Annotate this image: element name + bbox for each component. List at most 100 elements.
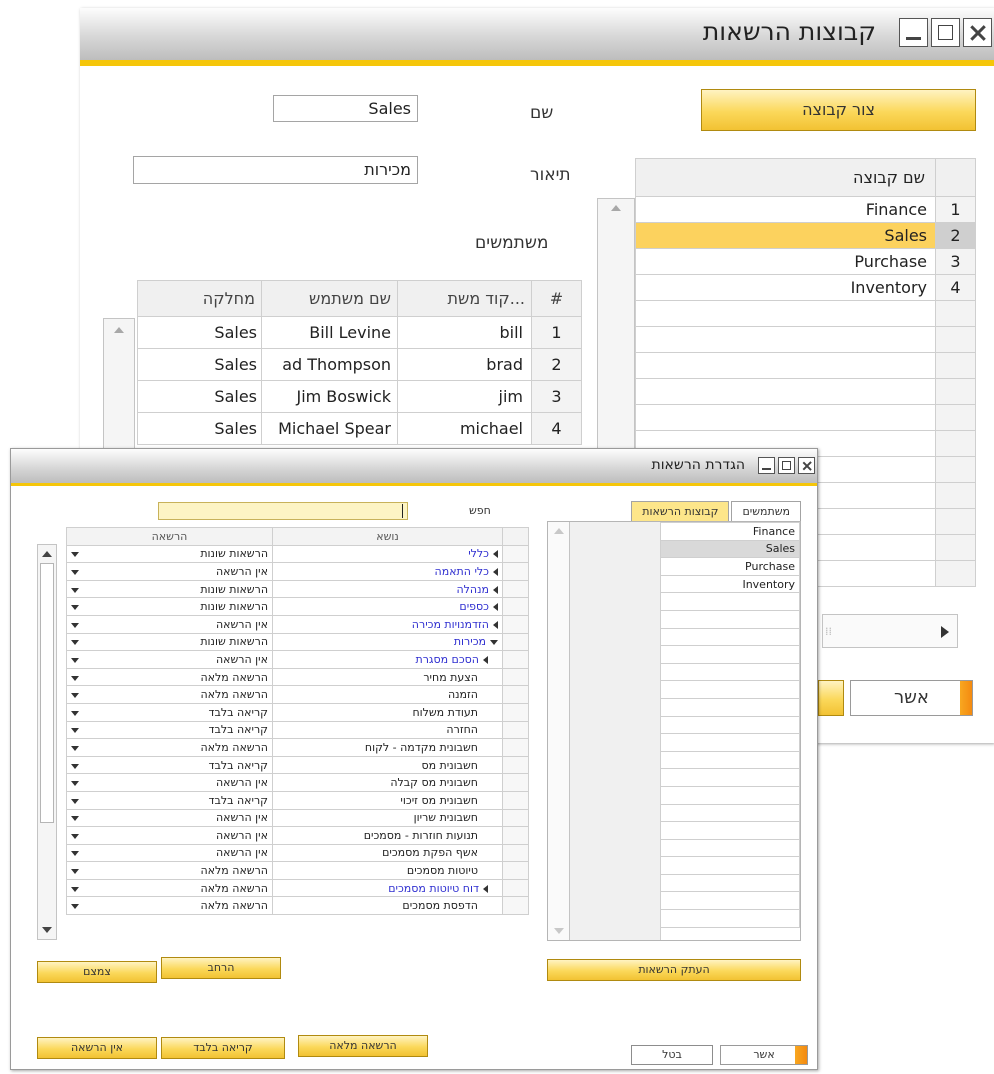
create-group-button[interactable]: צור קבוצה (701, 89, 976, 131)
permission-dropdown[interactable]: הרשאות שונות (66, 632, 273, 652)
chevron-down-icon[interactable] (71, 851, 79, 857)
list-item[interactable]: Finance (660, 522, 800, 541)
ok-button[interactable]: אשר (720, 1045, 808, 1065)
permission-dropdown[interactable]: הרשאה מלאה (66, 685, 273, 704)
table-row[interactable]: אין הרשאה חשבונית שריון (66, 808, 529, 828)
list-item[interactable]: Inventory (660, 574, 800, 594)
table-row[interactable]: קריאה בלבד חשבונית מס (66, 755, 529, 775)
cancel-button[interactable]: בטל (631, 1045, 713, 1065)
tab-users[interactable]: משתמשים (731, 501, 801, 521)
table-row[interactable]: הרשאה מלאה הדפסת מסמכים (66, 896, 529, 916)
table-row[interactable]: Inventory 4 (635, 274, 976, 301)
table-row[interactable]: אין הרשאה אשף הפקת מסמכים (66, 843, 529, 863)
scroll-down-icon[interactable] (42, 927, 52, 933)
ok-button[interactable]: אשר (850, 680, 973, 716)
table-row[interactable]: הרשאה מלאה חשבונית מקדמה - לקוח (66, 738, 529, 757)
chevron-down-icon[interactable] (71, 745, 79, 751)
table-row[interactable]: אין הרשאה הזדמנויות מכירה (66, 614, 529, 634)
table-row[interactable]: Sales Michael Spear michael 4 (137, 412, 582, 445)
maximize-icon[interactable] (778, 457, 795, 474)
chevron-down-icon[interactable] (71, 693, 79, 699)
permission-dropdown[interactable]: אין הרשאה (66, 650, 273, 669)
table-row[interactable]: קריאה בלבד תעודת משלוח (66, 702, 529, 722)
table-row[interactable]: הרשאה מלאה דוח טיוטות מסמכים (66, 878, 529, 898)
table-row[interactable]: Finance 1 (635, 196, 976, 223)
copy-permissions-button[interactable]: העתק הרשאות (547, 959, 801, 981)
chevron-down-icon[interactable] (71, 728, 79, 734)
chevron-down-icon[interactable] (71, 657, 79, 663)
table-row[interactable]: Sales Jim Boswick jim 3 (137, 380, 582, 413)
permission-dropdown[interactable]: הרשאות שונות (66, 544, 273, 564)
table-row[interactable]: הרשאה מלאה הצעת מחיר (66, 667, 529, 687)
permission-dropdown[interactable]: קריאה בלבד (66, 702, 273, 722)
permission-dropdown[interactable]: אין הרשאה (66, 808, 273, 828)
search-input[interactable] (158, 502, 408, 520)
table-row[interactable]: Sales ad Thompson brad 2 (137, 348, 582, 381)
chevron-down-icon[interactable] (71, 552, 79, 558)
permission-dropdown[interactable]: אין הרשאה (66, 773, 273, 792)
permission-dropdown[interactable]: קריאה בלבד (66, 790, 273, 810)
permission-dropdown[interactable]: הרשאה מלאה (66, 896, 273, 916)
name-field[interactable]: Sales (273, 95, 418, 122)
users-scrollbar[interactable] (103, 318, 135, 458)
permission-dropdown[interactable]: הרשאות שונות (66, 579, 273, 599)
table-row[interactable]: הרשאות שונות מנהלה (66, 579, 529, 599)
permission-dropdown[interactable]: קריאה בלבד (66, 755, 273, 775)
minimize-icon[interactable] (758, 457, 775, 474)
permission-dropdown[interactable]: הרשאה מלאה (66, 738, 273, 757)
table-row[interactable]: Purchase 3 (635, 248, 976, 275)
table-row[interactable]: אין הרשאה הסכם מסגרת (66, 650, 529, 669)
chevron-down-icon[interactable] (71, 798, 79, 804)
table-row[interactable]: הרשאות שונות מכירות (66, 632, 529, 652)
chevron-down-icon[interactable] (71, 833, 79, 839)
table-row[interactable]: Sales Bill Levine bill 1 (137, 316, 582, 349)
chevron-down-icon[interactable] (71, 781, 79, 787)
permission-dropdown[interactable]: הרשאה מלאה (66, 667, 273, 687)
expand-arrow-icon[interactable] (493, 585, 498, 594)
scroll-thumb[interactable] (40, 563, 54, 823)
full-permission-button[interactable]: הרשאה מלאה (298, 1035, 428, 1057)
list-item[interactable]: Purchase (660, 557, 800, 576)
permission-dropdown[interactable]: הרשאות שונות (66, 597, 273, 616)
chevron-down-icon[interactable] (71, 710, 79, 716)
permissions-scrollbar[interactable] (37, 544, 57, 940)
permission-dropdown[interactable]: קריאה בלבד (66, 720, 273, 740)
table-row[interactable]: אין הרשאה חשבונית מס קבלה (66, 773, 529, 792)
permission-dropdown[interactable]: אין הרשאה (66, 826, 273, 845)
table-row[interactable]: קריאה בלבד החזרה (66, 720, 529, 740)
description-field[interactable]: מכירות (133, 156, 418, 184)
groups-list-scrollbar[interactable] (548, 522, 570, 940)
horizontal-scrollbar[interactable]: ⁞⁞ (822, 614, 958, 648)
table-row[interactable]: הרשאה מלאה הזמנה (66, 685, 529, 704)
chevron-down-icon[interactable] (71, 763, 79, 769)
expand-arrow-icon[interactable] (483, 884, 488, 893)
maximize-icon[interactable] (931, 18, 960, 47)
table-row[interactable]: קריאה בלבד חשבונית מס זיכוי (66, 790, 529, 810)
chevron-down-icon[interactable] (71, 675, 79, 681)
permission-dropdown[interactable]: הרשאה מלאה (66, 878, 273, 898)
read-only-button[interactable]: קריאה בלבד (161, 1037, 285, 1059)
expand-arrow-icon[interactable] (493, 550, 498, 559)
chevron-down-icon[interactable] (71, 587, 79, 593)
permission-dropdown[interactable]: אין הרשאה (66, 614, 273, 634)
close-icon[interactable] (798, 457, 815, 474)
cancel-button-partial[interactable] (818, 680, 844, 716)
scroll-up-icon[interactable] (611, 205, 621, 211)
expand-arrow-icon[interactable] (493, 567, 498, 576)
chevron-down-icon[interactable] (71, 605, 79, 611)
scroll-right-icon[interactable] (941, 626, 949, 638)
groups-scrollbar[interactable] (597, 198, 635, 478)
list-item-selected[interactable]: Sales (660, 539, 800, 559)
table-row[interactable]: הרשאות שונות כללי (66, 544, 529, 564)
close-icon[interactable] (963, 18, 992, 47)
permission-dropdown[interactable]: הרשאה מלאה (66, 861, 273, 880)
table-row[interactable]: אין הרשאה כלי התאמה (66, 562, 529, 581)
minimize-icon[interactable] (899, 18, 928, 47)
scroll-up-icon[interactable] (42, 551, 52, 557)
chevron-down-icon[interactable] (71, 886, 79, 892)
chevron-down-icon[interactable] (71, 816, 79, 822)
collapse-button[interactable]: צמצם (37, 961, 157, 983)
table-row[interactable]: הרשאה מלאה טיוטות מסמכים (66, 861, 529, 880)
permission-dropdown[interactable]: אין הרשאה (66, 843, 273, 863)
permission-dropdown[interactable]: אין הרשאה (66, 562, 273, 581)
